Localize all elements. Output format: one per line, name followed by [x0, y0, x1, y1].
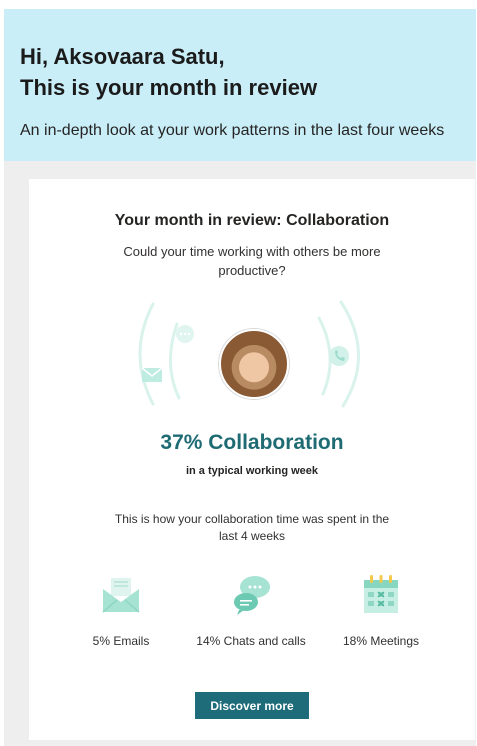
header-subtitle: An in-depth look at your work patterns i…	[20, 122, 445, 139]
greeting-line-1: Hi, Aksovaara Satu,	[20, 44, 225, 69]
left-arc-outer	[138, 302, 155, 406]
collaboration-percent: 37% Collaboration	[160, 431, 344, 454]
collaboration-subtitle: in a typical working week	[185, 465, 319, 477]
envelope-small-icon	[141, 367, 163, 382]
calendar-icon	[364, 575, 398, 613]
stat-meetings-label: 18% Meetings	[342, 634, 420, 648]
stat-meetings: 18% Meetings	[321, 572, 441, 650]
header-banner: Hi, Aksovaara Satu, This is your month i…	[4, 9, 476, 161]
email-frame: Hi, Aksovaara Satu, This is your month i…	[4, 9, 476, 746]
card-question: Could your time working with others be m…	[123, 244, 381, 278]
phone-icon	[329, 346, 349, 366]
stat-chats-label: 14% Chats and calls	[196, 634, 306, 648]
card-title: Your month in review: Collaboration	[114, 212, 390, 229]
envelope-icon	[102, 578, 140, 613]
greeting-line-2: This is your month in review	[20, 75, 318, 100]
review-card: Your month in review: Collaboration Coul…	[29, 179, 475, 740]
discover-more-button[interactable]: Discover more	[195, 692, 309, 719]
stat-chats: 14% Chats and calls	[191, 572, 311, 650]
time-spent-text: This is how your collaboration time was …	[114, 512, 390, 543]
avatar	[219, 329, 289, 399]
greeting: Hi, Aksovaara Satu, This is your month i…	[20, 41, 317, 103]
stat-emails: 5% Emails	[61, 572, 181, 650]
stat-emails-label: 5% Emails	[92, 634, 150, 648]
chat-bubble-icon	[234, 576, 270, 615]
right-arc-inner	[317, 316, 332, 396]
chat-dots-icon	[176, 325, 194, 343]
